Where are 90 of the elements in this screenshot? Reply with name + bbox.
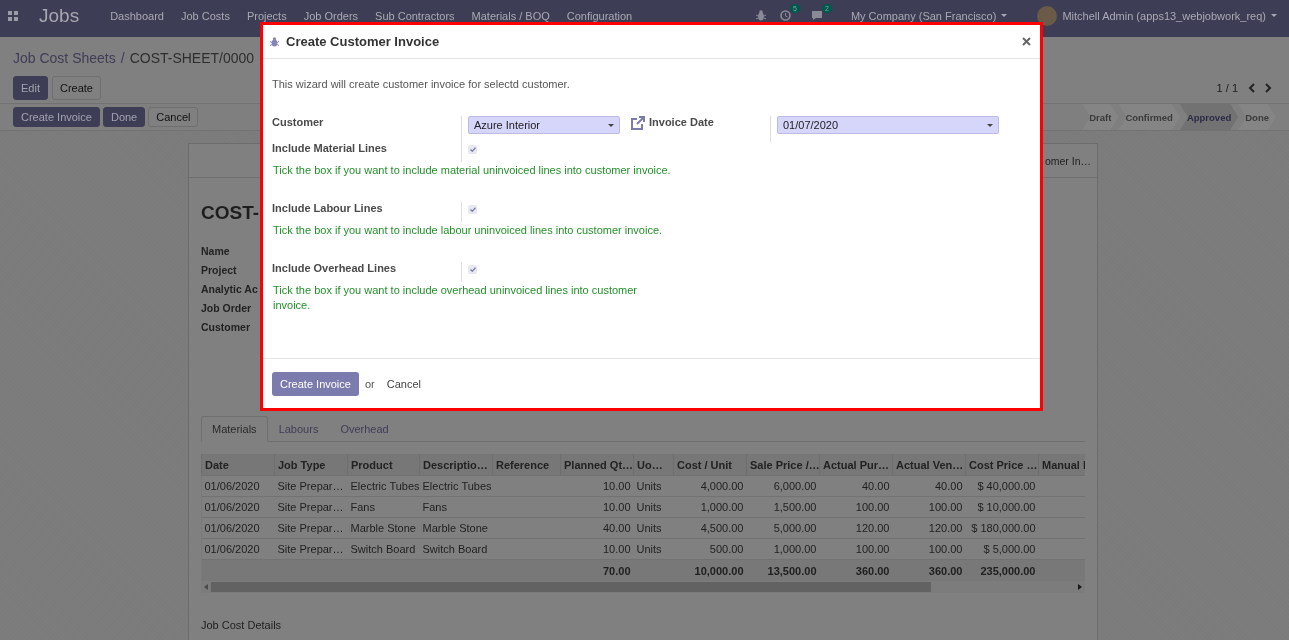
field-label: Invoice Date bbox=[649, 116, 714, 128]
field-label: Project bbox=[201, 263, 237, 278]
dialog-title: Create Customer Invoice bbox=[286, 34, 440, 49]
create-invoice-button[interactable]: Create Invoice bbox=[272, 371, 359, 396]
help-text: Tick the box if you want to include labour uninvoiced lines into customer invoice. bbox=[273, 223, 664, 238]
status-step[interactable]: Approved bbox=[1179, 104, 1239, 130]
pager-value: 1 / 1 bbox=[1216, 82, 1238, 94]
cancel-button[interactable]: Cancel bbox=[380, 373, 427, 394]
column-header[interactable]: Date bbox=[201, 454, 275, 476]
caret-icon bbox=[987, 122, 993, 128]
checkbox[interactable] bbox=[468, 145, 477, 154]
field-label: Include Overhead Lines bbox=[272, 262, 398, 276]
column-header[interactable]: Cost / Unit bbox=[673, 454, 747, 476]
column-header[interactable]: Manual I bbox=[1038, 454, 1085, 476]
checkbox[interactable] bbox=[468, 205, 477, 214]
smart-button[interactable]: omer In… bbox=[1044, 144, 1097, 177]
table-cell: 01/06/2020 bbox=[201, 475, 275, 497]
intro-text: This wizard will create customer invoice for selectd customer. bbox=[272, 78, 571, 90]
menu-item[interactable]: Job Orders bbox=[303, 9, 359, 22]
activity-icon[interactable] bbox=[779, 10, 791, 21]
menu-item[interactable]: Materials / BOQ bbox=[471, 9, 550, 22]
external-link-icon[interactable] bbox=[630, 116, 646, 131]
column-header[interactable]: Uo… bbox=[633, 454, 674, 476]
column-header[interactable]: Actual Pur… bbox=[819, 454, 893, 476]
breadcrumb-current: COST-SHEET/0000 bbox=[129, 50, 255, 66]
column-header[interactable]: Job Type bbox=[274, 454, 348, 476]
menu-item[interactable]: Job Costs bbox=[180, 9, 230, 22]
check-icon bbox=[469, 267, 476, 272]
avatar bbox=[1037, 5, 1058, 26]
tab[interactable]: Labours bbox=[267, 416, 330, 442]
check-icon bbox=[469, 147, 476, 152]
field-label: Include Material Lines bbox=[272, 142, 388, 156]
help-text: Tick the box if you want to include overhead uninvoiced lines into customer invoice. bbox=[273, 283, 638, 313]
caret-icon bbox=[1001, 13, 1008, 18]
scroll-left-icon[interactable] bbox=[204, 584, 208, 590]
help-text: Tick the box if you want to include material uninvoiced lines into customer invoice. bbox=[273, 163, 671, 178]
column-header[interactable]: Sale Price /… bbox=[746, 454, 820, 476]
breadcrumb-link[interactable]: Job Cost Sheets bbox=[13, 50, 116, 66]
create-button[interactable]: Create bbox=[51, 76, 101, 100]
field-label: Customer bbox=[201, 320, 250, 335]
field-label: Analytic Ac bbox=[201, 282, 258, 297]
table-cell: 01/06/2020 bbox=[201, 496, 275, 518]
record-title: COST- bbox=[201, 202, 260, 224]
scrollbar-thumb[interactable] bbox=[211, 582, 931, 592]
menu-item[interactable]: Sub Contractors bbox=[375, 9, 455, 22]
status-step[interactable]: Draft bbox=[1082, 104, 1119, 130]
action-button[interactable]: Create Invoice bbox=[13, 107, 100, 127]
column-header[interactable]: Product bbox=[347, 454, 420, 476]
field-label: Job Order bbox=[201, 301, 252, 316]
app-title: Jobs bbox=[39, 4, 80, 27]
bug-icon bbox=[270, 36, 279, 47]
column-header[interactable]: Cost Price … bbox=[965, 454, 1039, 476]
menu-item[interactable]: Dashboard bbox=[110, 9, 164, 22]
check-icon bbox=[469, 207, 476, 212]
column-header[interactable]: Descriptio… bbox=[419, 454, 493, 476]
column-header[interactable]: Planned Qt… bbox=[560, 454, 634, 476]
caret-icon bbox=[1271, 13, 1277, 18]
scroll-right-icon[interactable] bbox=[1078, 584, 1082, 590]
bug-icon[interactable] bbox=[755, 10, 766, 21]
chat-icon[interactable] bbox=[810, 10, 823, 21]
date-field[interactable]: 01/07/2020 bbox=[777, 116, 999, 134]
field-label: Name bbox=[201, 244, 230, 259]
field-label: Include Labour Lines bbox=[272, 202, 384, 216]
next-icon[interactable] bbox=[1265, 83, 1272, 93]
status-step[interactable]: Confirmed bbox=[1118, 104, 1180, 130]
scrollbar[interactable] bbox=[201, 581, 1085, 593]
tab[interactable]: Materials bbox=[201, 416, 268, 442]
menu-item[interactable]: Projects bbox=[246, 9, 287, 22]
caret-icon bbox=[608, 122, 614, 128]
table-cell: 01/06/2020 bbox=[201, 538, 275, 560]
breadcrumb-separator: / bbox=[120, 50, 125, 66]
table-cell: 01/06/2020 bbox=[201, 517, 275, 539]
apps-menu-icon[interactable] bbox=[8, 10, 18, 21]
action-button[interactable]: Cancel bbox=[148, 107, 199, 127]
checkbox[interactable] bbox=[468, 265, 477, 274]
column-header[interactable]: Actual Ven… bbox=[892, 454, 966, 476]
customer-select[interactable]: Azure Interior bbox=[468, 116, 620, 134]
field-label: Customer bbox=[272, 116, 325, 130]
section-title: Job Cost Details bbox=[201, 619, 282, 631]
column-header[interactable]: Reference bbox=[492, 454, 561, 476]
action-button[interactable]: Done bbox=[102, 107, 146, 127]
company-switcher[interactable]: My Company (San Francisco) bbox=[846, 9, 1012, 22]
status-step[interactable]: Done bbox=[1238, 104, 1276, 130]
tab[interactable]: Overhead bbox=[329, 416, 400, 442]
edit-button[interactable]: Edit bbox=[13, 76, 48, 100]
or-text: or bbox=[364, 377, 375, 390]
user-menu[interactable]: Mitchell Admin (apps13_webjobwork_req) bbox=[1033, 5, 1281, 26]
menu-item[interactable]: Configuration bbox=[566, 9, 633, 22]
close-icon[interactable] bbox=[1022, 37, 1031, 46]
previous-icon[interactable] bbox=[1248, 83, 1255, 93]
